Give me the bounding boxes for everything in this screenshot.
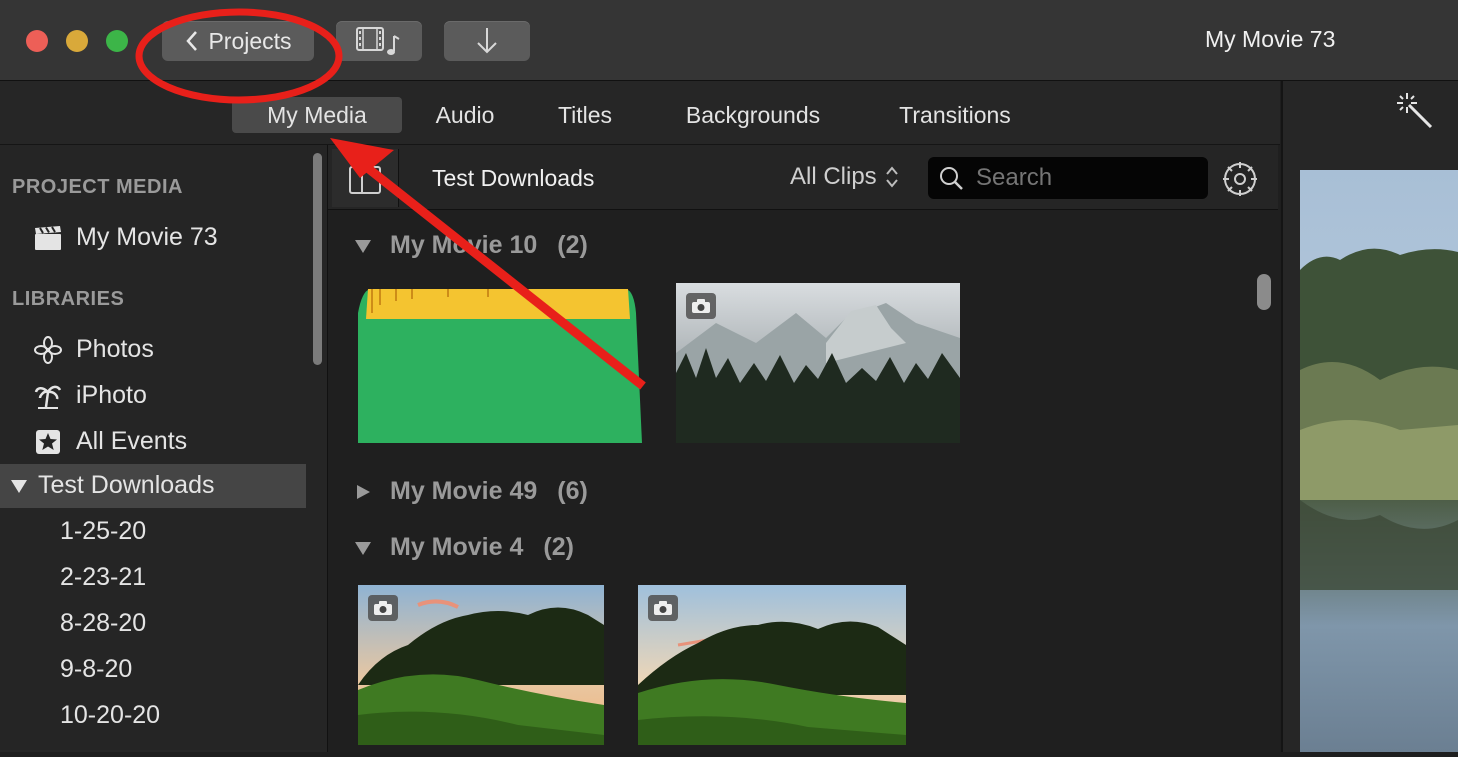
chevron-left-icon [186, 31, 198, 51]
sidebar-item-test-downloads[interactable]: Test Downloads [10, 471, 214, 500]
sidebar-item-label: My Movie 73 [76, 223, 218, 251]
sidebar-toggle-button[interactable] [332, 149, 399, 207]
clips-filter-select[interactable]: All Clips [790, 163, 899, 191]
sidebar-item-event[interactable]: 8-28-20 [60, 609, 146, 638]
camera-icon [654, 601, 672, 615]
libraries-header: LIBRARIES [12, 288, 125, 310]
browser-toolbar: Test Downloads All Clips [328, 145, 1278, 210]
clips-filter-value: All Clips [790, 163, 877, 190]
disclosure-down-icon[interactable] [354, 540, 372, 556]
clip-group-header[interactable]: My Movie 10 (2) [354, 231, 588, 260]
disclosure-down-icon[interactable] [354, 238, 372, 254]
photos-icon [34, 335, 62, 364]
film-music-icon [356, 27, 400, 55]
sidebar-item-event[interactable]: 1-25-20 [60, 517, 146, 546]
sidebar-item-event[interactable]: 10-20-20 [60, 701, 160, 730]
search-input[interactable] [974, 163, 1198, 193]
disclosure-right-icon[interactable] [354, 484, 372, 500]
sidebar-item-label: iPhoto [76, 381, 147, 409]
import-button[interactable] [444, 21, 530, 61]
sidebar-item-iphoto[interactable]: iPhoto [34, 381, 147, 410]
audio-clip-thumbnail[interactable] [358, 283, 642, 443]
search-icon [940, 167, 963, 190]
content-tabs: My Media Audio Titles Backgrounds Transi… [0, 81, 1280, 145]
group-count: (2) [557, 231, 588, 259]
sidebar-item-label: All Events [76, 427, 188, 455]
group-count: (2) [543, 533, 574, 561]
tab-my-media[interactable]: My Media [232, 97, 402, 133]
camera-badge [686, 293, 716, 319]
camera-icon [374, 601, 392, 615]
minimize-window-button[interactable] [66, 30, 88, 52]
projects-label: Projects [208, 27, 292, 54]
camera-badge [648, 595, 678, 621]
sidebar-item-project[interactable]: My Movie 73 [34, 223, 218, 252]
updown-chevron-icon [885, 166, 898, 188]
audio-waveform-icon [358, 289, 642, 443]
browser-scrollbar[interactable] [1257, 274, 1271, 310]
hillside-trees-photo [638, 585, 906, 745]
search-field[interactable] [928, 157, 1208, 199]
clip-group-header[interactable]: My Movie 4 (2) [354, 533, 574, 562]
photo-clip-thumbnail[interactable] [676, 283, 960, 443]
media-browser: Test Downloads All Clips My Movie 10 (2) [328, 145, 1280, 752]
palm-tree-icon [34, 385, 62, 409]
sidebar-toggle-icon [349, 166, 381, 194]
browser-title: Test Downloads [432, 165, 595, 191]
disclosure-down-icon[interactable] [10, 478, 28, 494]
close-window-button[interactable] [26, 30, 48, 52]
sidebar-item-photos[interactable]: Photos [34, 335, 154, 364]
sidebar-item-label: Test Downloads [38, 471, 215, 499]
photo-clip-thumbnail[interactable] [638, 585, 906, 745]
download-arrow-icon [477, 28, 497, 54]
star-icon [36, 429, 60, 454]
title-bar: Projects My Movie 73 [0, 0, 1458, 81]
clapperboard-icon [35, 225, 61, 250]
clip-group-header[interactable]: My Movie 49 (6) [354, 477, 588, 506]
video-preview [1300, 170, 1458, 752]
sidebar-item-event[interactable]: 2-23-21 [60, 563, 146, 592]
camera-badge [368, 595, 398, 621]
group-name: My Movie 4 [390, 533, 524, 561]
sidebar-item-event[interactable]: 9-8-20 [60, 655, 132, 684]
camera-icon [692, 299, 710, 313]
settings-gear-icon[interactable] [1220, 159, 1260, 199]
sidebar-item-label: Photos [76, 335, 154, 363]
photo-clip-thumbnail[interactable] [358, 585, 604, 745]
magic-wand-icon[interactable] [1395, 91, 1435, 131]
library-sidebar: PROJECT MEDIA My Movie 73 LIBRARIES Phot… [0, 145, 328, 752]
tab-backgrounds[interactable]: Backgrounds [665, 97, 841, 133]
zoom-window-button[interactable] [106, 30, 128, 52]
projects-back-button[interactable]: Projects [162, 21, 314, 61]
tab-audio[interactable]: Audio [420, 97, 510, 133]
sidebar-scrollbar[interactable] [313, 153, 322, 365]
lake-forest-preview [1300, 170, 1458, 752]
media-browser-toggle-button[interactable] [336, 21, 422, 61]
window-title: My Movie 73 [1205, 26, 1336, 52]
mountain-forest-photo [676, 283, 960, 443]
group-count: (6) [557, 477, 588, 505]
tab-titles[interactable]: Titles [540, 97, 630, 133]
tab-transitions[interactable]: Transitions [880, 97, 1030, 133]
project-media-header: PROJECT MEDIA [12, 176, 183, 198]
group-name: My Movie 10 [390, 231, 538, 259]
group-name: My Movie 49 [390, 477, 538, 505]
sidebar-item-all-events[interactable]: All Events [34, 427, 187, 456]
